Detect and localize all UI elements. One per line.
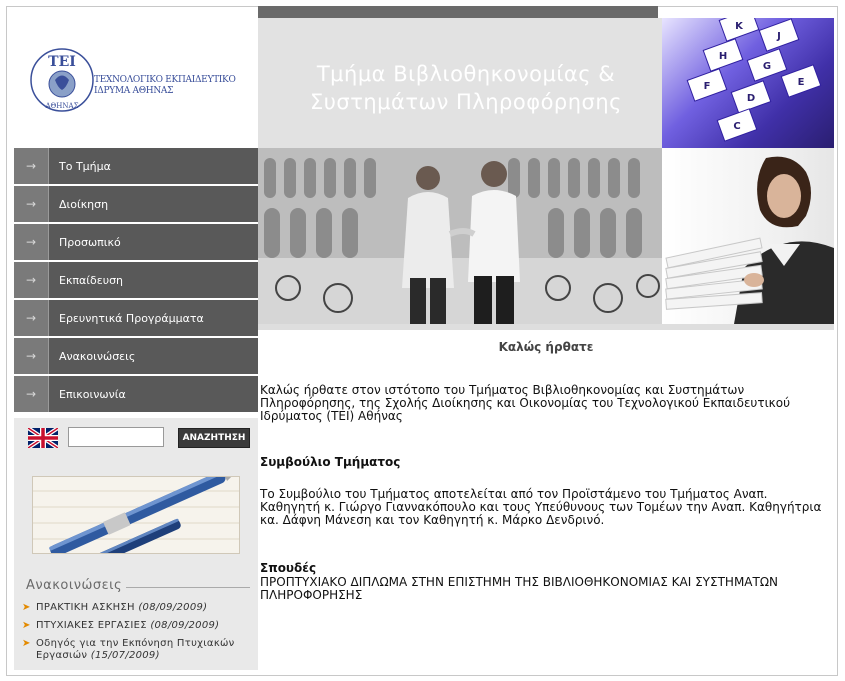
nav-item-department[interactable]: → Το Τμήμα [14, 148, 258, 184]
council-paragraph: Το Συμβούλιο του Τμήματος αποτελείται απ… [260, 487, 822, 527]
svg-text:E: E [798, 77, 805, 88]
arrow-right-icon: → [14, 262, 49, 298]
content-divider [258, 324, 834, 330]
institution-name-line2: ΙΔΡΥΜΑ ΑΘΗΝΑΣ [94, 86, 174, 96]
svg-text:H: H [719, 51, 727, 62]
arrow-bullet-icon: ➤ [22, 638, 31, 649]
nav-item-administration[interactable]: → Διοίκηση [14, 186, 258, 222]
svg-text:D: D [747, 93, 755, 104]
svg-text:J: J [776, 31, 781, 42]
nav-item-label: Το Τμήμα [49, 148, 258, 184]
welcome-title: Καλώς ήρθατε [498, 340, 594, 354]
svg-text:ΑΘΗΝΑΣ: ΑΘΗΝΑΣ [44, 102, 78, 110]
svg-text:C: C [733, 121, 740, 132]
announcement-title: ΠΡΑΚΤΙΚΗ ΑΣΚΗΣΗ [36, 602, 135, 613]
index-cards-image: K J H G F E D C [662, 18, 834, 148]
announcement-date: (08/09/2009) [150, 620, 220, 631]
nav-item-label: Προσωπικό [49, 224, 258, 260]
handshake-photo [258, 148, 662, 324]
logo-area[interactable]: ΤΕΙ ΑΘΗΝΑΣ ΤΕΧΝΟΛΟΓΙΚΟ ΕΚΠΑΙΔΕΥΤΙΚΟ ΙΔΡΥ… [14, 18, 258, 148]
search-input[interactable] [68, 427, 164, 447]
nav-item-staff[interactable]: → Προσωπικό [14, 224, 258, 260]
arrow-right-icon: → [14, 300, 49, 336]
announcement-date: (15/07/2009) [90, 650, 160, 661]
announcements-panel: Ανακοινώσεις ➤ ΠΡΑΚΤΙΚΗ ΑΣΚΗΣΗ (08/09/20… [14, 568, 258, 670]
intro-paragraph: Καλώς ήρθατε στον ιστότοπο του Τμήματος … [260, 383, 791, 423]
handshake-illustration [258, 148, 662, 324]
arrow-right-icon: → [14, 186, 49, 222]
top-bar [258, 6, 658, 18]
institution-name-line1: ΤΕΧΝΟΛΟΓΙΚΟ ΕΚΠΑΙΔΕΥΤΙΚΟ [94, 75, 236, 85]
council-heading: Συμβούλιο Τμήματος [260, 455, 401, 469]
announcement-date: (08/09/2009) [138, 602, 208, 613]
pen-image-box [14, 458, 258, 568]
arrow-right-icon: → [14, 338, 49, 374]
arrow-bullet-icon: ➤ [22, 602, 31, 613]
announcement-item[interactable]: ➤ ΠΤΥΧΙΑΚΕΣ ΕΡΓΑΣΙΕΣ (08/09/2009) [22, 620, 254, 632]
announcement-text: ΠΡΑΚΤΙΚΗ ΑΣΚΗΣΗ (08/09/2009) [36, 602, 207, 614]
nav-item-label: Διοίκηση [49, 186, 258, 222]
pen-illustration [33, 477, 239, 553]
arrow-right-icon: → [14, 224, 49, 260]
announcements-title: Ανακοινώσεις [26, 578, 127, 593]
nav-item-label: Ανακοινώσεις [49, 338, 258, 374]
site-title-line2: Συστημάτων Πληροφόρησης [309, 90, 622, 114]
nav-item-contact[interactable]: → Επικοινωνία [14, 376, 258, 412]
arrow-right-icon: → [14, 376, 49, 412]
svg-text:ΤΕΙ: ΤΕΙ [48, 54, 76, 70]
index-cards-illustration: K J H G F E D C [686, 18, 822, 142]
nav-item-announcements[interactable]: → Ανακοινώσεις [14, 338, 258, 374]
studies-paragraph[interactable]: ΠΡΟΠΤΥΧΙΑΚΟ ΔΙΠΛΩΜΑ ΣΤΗΝ ΕΠΙΣΤΗΜΗ ΤΗΣ ΒΙ… [260, 576, 830, 602]
woman-illustration [665, 156, 834, 324]
woman-with-books-photo [662, 148, 834, 324]
nav-item-label: Ερευνητικά Προγράμματα [49, 300, 258, 336]
announcements-list: ➤ ΠΡΑΚΤΙΚΗ ΑΣΚΗΣΗ (08/09/2009) ➤ ΠΤΥΧΙΑΚ… [22, 602, 254, 668]
announcement-text: Οδηγός για την Εκπόνηση Πτυχιακών Εργασι… [36, 638, 254, 662]
svg-text:K: K [735, 21, 744, 32]
svg-text:G: G [763, 61, 771, 72]
arrow-right-icon: → [14, 148, 49, 184]
main-nav: → Το Τμήμα → Διοίκηση → Προσωπικό → Εκπα… [14, 148, 258, 414]
announcement-item[interactable]: ➤ ΠΡΑΚΤΙΚΗ ΑΣΚΗΣΗ (08/09/2009) [22, 602, 254, 614]
announcement-text: ΠΤΥΧΙΑΚΕΣ ΕΡΓΑΣΙΕΣ (08/09/2009) [36, 620, 219, 632]
institution-name: ΤΕΧΝΟΛΟΓΙΚΟ ΕΚΠΑΙΔΕΥΤΙΚΟ ΙΔΡΥΜΑ ΑΘΗΝΑΣ [94, 75, 236, 97]
nav-item-label: Εκπαίδευση [49, 262, 258, 298]
arrow-bullet-icon: ➤ [22, 620, 31, 631]
nav-item-label: Επικοινωνία [49, 376, 258, 412]
nav-item-research-programs[interactable]: → Ερευνητικά Προγράμματα [14, 300, 258, 336]
pen-image [32, 476, 240, 554]
svg-text:F: F [704, 81, 711, 92]
search-button[interactable]: ΑΝΑΖΗΤΗΣΗ [178, 428, 250, 448]
tei-seal-logo: ΤΕΙ ΑΘΗΝΑΣ [30, 48, 94, 112]
site-title: Τμήμα Βιβλιοθηκονομίας & Συστημάτων Πληρ… [286, 60, 646, 116]
search-bar: ΑΝΑΖΗΤΗΣΗ [14, 418, 258, 458]
uk-flag-icon[interactable] [28, 428, 58, 448]
announcement-title: ΠΤΥΧΙΑΚΕΣ ΕΡΓΑΣΙΕΣ [36, 620, 147, 631]
studies-heading: Σπουδές [260, 561, 317, 575]
nav-item-education[interactable]: → Εκπαίδευση [14, 262, 258, 298]
site-title-line1: Τμήμα Βιβλιοθηκονομίας & [316, 62, 616, 86]
announcement-item[interactable]: ➤ Οδηγός για την Εκπόνηση Πτυχιακών Εργα… [22, 638, 254, 662]
